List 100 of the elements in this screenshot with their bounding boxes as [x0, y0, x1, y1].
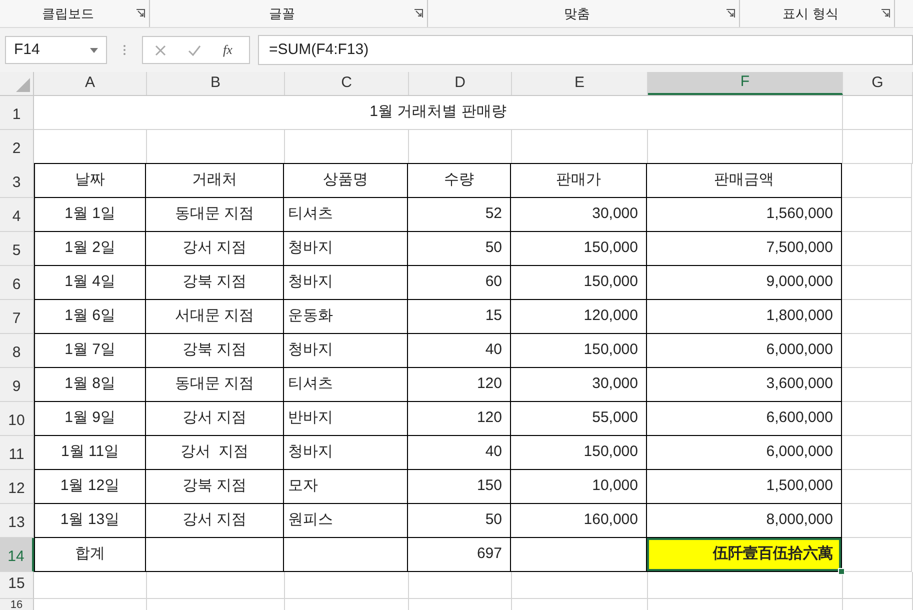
empty-cell — [842, 266, 912, 300]
row-header[interactable]: 3 — [0, 163, 34, 198]
table-cell: 40 — [408, 436, 511, 470]
row-header[interactable]: 8 — [0, 334, 34, 368]
table-cell: 강서 지점 — [146, 402, 284, 436]
table-cell: 티셔츠 — [284, 368, 408, 402]
table-cell: 15 — [408, 300, 511, 334]
empty-cell — [843, 572, 913, 599]
table-cell: 9,000,000 — [647, 266, 842, 300]
table-cell: 10,000 — [511, 470, 647, 504]
table-cell: 30,000 — [511, 368, 647, 402]
empty-cell — [842, 300, 912, 334]
table-cell: 150,000 — [511, 436, 647, 470]
table-cell: 1월 11일 — [34, 436, 146, 470]
empty-cell — [842, 232, 912, 266]
table-cell: 6,600,000 — [647, 402, 842, 436]
column-header[interactable]: F — [648, 72, 843, 95]
table-cell: 강서 지점 — [146, 436, 284, 470]
table-cell: 청바지 — [284, 334, 408, 368]
table-cell: 강서 지점 — [146, 232, 284, 266]
table-cell: 청바지 — [284, 232, 408, 266]
ribbon-group-label: 클립보드 — [41, 4, 95, 23]
table-cell: 60 — [408, 266, 511, 300]
column-header[interactable]: A — [34, 72, 147, 95]
empty-cell — [842, 368, 912, 402]
empty-cell — [843, 130, 913, 164]
column-heading-cell: 상품명 — [284, 163, 408, 198]
empty-cell — [842, 198, 912, 232]
table-cell: 1월 2일 — [34, 232, 146, 266]
row-header[interactable]: 13 — [0, 504, 34, 538]
table-cell: 1월 12일 — [34, 470, 146, 504]
table-cell: 운동화 — [284, 300, 408, 334]
dialog-launcher-icon[interactable] — [136, 9, 145, 18]
table-cell: 伍阡壹百伍拾六萬 — [647, 538, 842, 572]
column-header[interactable]: B — [147, 72, 285, 95]
row-header[interactable]: 2 — [0, 130, 34, 164]
empty-cell — [842, 402, 912, 436]
table-cell: 1월 4일 — [34, 266, 146, 300]
dialog-launcher-icon[interactable] — [414, 9, 423, 18]
dialog-launcher-icon[interactable] — [726, 9, 735, 18]
dialog-launcher-icon[interactable] — [881, 9, 890, 18]
column-header[interactable]: G — [843, 72, 913, 95]
column-header[interactable]: D — [409, 72, 512, 95]
table-cell: 150,000 — [511, 334, 647, 368]
column-heading-cell: 판매가 — [511, 163, 647, 198]
column-heading-cell: 판매금액 — [647, 163, 842, 198]
table-cell: 1,560,000 — [647, 198, 842, 232]
table-cell: 청바지 — [284, 436, 408, 470]
table-cell: 1월 9일 — [34, 402, 146, 436]
row-header[interactable]: 12 — [0, 470, 34, 504]
table-cell: 모자 — [284, 470, 408, 504]
row-header[interactable]: 15 — [0, 572, 34, 599]
table-cell: 강서 지점 — [146, 504, 284, 538]
insert-function-button[interactable]: fx — [223, 40, 232, 60]
row-header[interactable]: 14 — [0, 538, 34, 572]
table-cell: 120 — [408, 368, 511, 402]
table-cell: 6,000,000 — [647, 436, 842, 470]
row-header[interactable]: 6 — [0, 266, 34, 300]
table-cell: 티셔츠 — [284, 198, 408, 232]
row-header[interactable]: 1 — [0, 96, 34, 130]
table-cell: 697 — [408, 538, 511, 572]
ribbon-group-label: 글꼴 — [268, 4, 296, 23]
checkmark-icon[interactable] — [188, 44, 201, 56]
table-cell: 160,000 — [511, 504, 647, 538]
column-heading-cell: 거래처 — [146, 163, 284, 198]
table-cell: 55,000 — [511, 402, 647, 436]
more-options-icon[interactable] — [123, 44, 126, 56]
empty-cell — [842, 436, 912, 470]
row-header[interactable]: 10 — [0, 402, 34, 436]
table-cell: 청바지 — [284, 266, 408, 300]
dropdown-caret-icon[interactable] — [90, 48, 98, 52]
row-header[interactable]: 16 — [0, 599, 34, 610]
row-header[interactable]: 9 — [0, 368, 34, 402]
row-header[interactable]: 11 — [0, 436, 34, 470]
row-header[interactable]: 7 — [0, 300, 34, 334]
table-cell: 서대문 지점 — [146, 300, 284, 334]
table-cell: 40 — [408, 334, 511, 368]
sheet-title: 1월 거래처별 판매량 — [34, 96, 843, 130]
row-header[interactable]: 4 — [0, 198, 34, 232]
name-box[interactable]: F14 — [5, 36, 107, 64]
table-cell: 강북 지점 — [146, 470, 284, 504]
table-cell: 동대문 지점 — [146, 368, 284, 402]
column-heading-cell: 날짜 — [34, 163, 146, 198]
column-header[interactable]: C — [285, 72, 409, 95]
empty-cell — [842, 334, 912, 368]
table-cell: 강북 지점 — [146, 334, 284, 368]
empty-cell — [842, 470, 912, 504]
ribbon-group-label: 표시 형식 — [782, 4, 840, 23]
table-cell: 120,000 — [511, 300, 647, 334]
table-cell: 150 — [408, 470, 511, 504]
row-header[interactable]: 5 — [0, 232, 34, 266]
table-cell: 1월 1일 — [34, 198, 146, 232]
fill-handle[interactable] — [838, 568, 845, 575]
table-cell: 합계 — [34, 538, 146, 572]
table-cell: 동대문 지점 — [146, 198, 284, 232]
table-cell: 3,600,000 — [647, 368, 842, 402]
table-cell: 8,000,000 — [647, 504, 842, 538]
ribbon-group-label: 맞춤 — [563, 4, 591, 23]
table-cell: 반바지 — [284, 402, 408, 436]
formula-input-field[interactable]: =SUM(F4:F13) — [258, 35, 913, 65]
